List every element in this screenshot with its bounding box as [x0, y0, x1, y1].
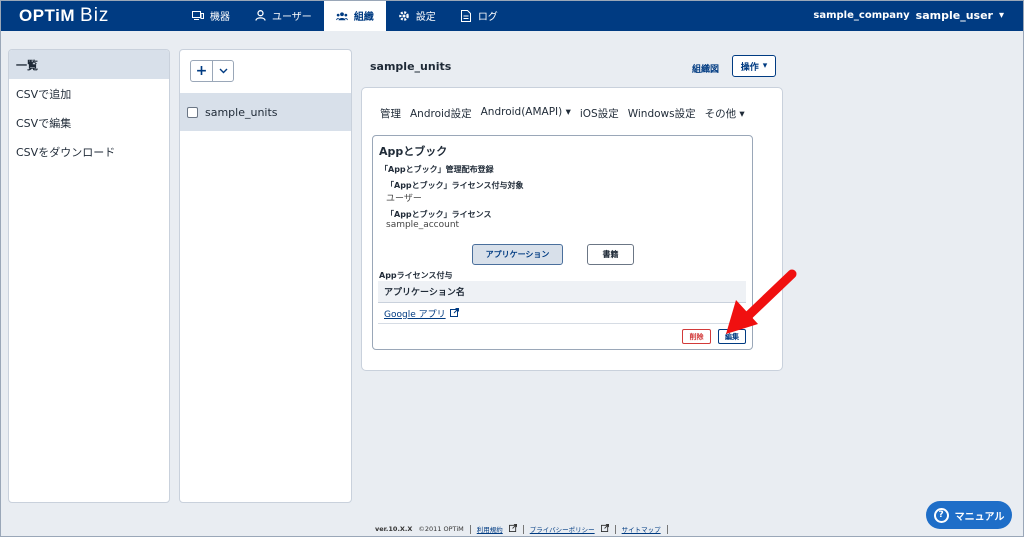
vpp-registration-label: 「Appとブック」管理配布登録: [380, 165, 494, 174]
sitemap-link[interactable]: サイトマップ: [622, 524, 661, 534]
nav-settings-label: 設定: [415, 12, 436, 23]
operations-button[interactable]: 操作 ▾: [732, 55, 776, 77]
nav-settings[interactable]: 設定: [386, 0, 448, 31]
optim-biz-logo[interactable]: OPTiM Biz: [19, 5, 109, 27]
books-toggle-button[interactable]: 書籍: [587, 244, 634, 265]
user-name: sample_user: [915, 9, 993, 22]
manual-button[interactable]: ? マニュアル: [926, 501, 1012, 529]
tab-ios-settings[interactable]: iOS設定: [580, 106, 619, 121]
unit-checkbox[interactable]: [187, 106, 198, 118]
delete-button[interactable]: 削除: [682, 329, 711, 344]
copyright-text: ©2011 OPTiM: [418, 525, 464, 533]
left-menu-panel: 一覧 CSVで追加 CSVで編集 CSVをダウンロード: [8, 49, 170, 503]
nav-users-label: ユーザー: [272, 12, 312, 23]
license-account-label: 「Appとブック」ライセンス: [386, 210, 492, 219]
table-row[interactable]: Google アプリ: [378, 303, 746, 324]
menu-item-csv-edit[interactable]: CSVで編集: [9, 108, 169, 137]
table-header-app-name: アプリケーション名: [378, 281, 746, 303]
external-link-icon: [508, 524, 517, 534]
logo-brand: OPTiM: [19, 6, 76, 25]
gear-icon: [398, 10, 410, 22]
card-title: Appとブック: [379, 145, 448, 158]
add-dropdown-button[interactable]: [212, 61, 233, 81]
tab-other[interactable]: その他 ▾: [705, 106, 745, 121]
logo-product: Biz: [80, 5, 110, 26]
add-button-group: +: [190, 60, 234, 82]
license-target-label: 「Appとブック」ライセンス付与対象: [386, 181, 524, 190]
group-icon: [335, 10, 348, 22]
main-nav: 機器 ユーザー 組織 設定 ログ: [180, 0, 510, 31]
org-chart-link[interactable]: 組織図: [692, 62, 719, 75]
footer-divider: [469, 524, 471, 534]
apps-and-books-card: Appとブック 「Appとブック」管理配布登録 「Appとブック」ライセンス付与…: [372, 135, 753, 350]
unit-tree-item[interactable]: sample_units: [180, 93, 351, 131]
tab-management[interactable]: 管理: [380, 106, 401, 121]
external-link-icon: [449, 307, 459, 319]
unit-tree-panel: + sample_units: [179, 49, 352, 503]
footer: ver.10.X.X ©2011 OPTiM 利用規約 プライバシーポリシー サ…: [375, 524, 668, 534]
user-menu[interactable]: sample_company sample_user ▾: [813, 9, 1004, 22]
menu-item-csv-download[interactable]: CSVをダウンロード: [9, 137, 169, 166]
chevron-down-icon: [219, 68, 227, 74]
external-link-icon: [600, 524, 609, 534]
company-name: sample_company: [813, 10, 910, 21]
nav-logs[interactable]: ログ: [448, 0, 510, 31]
unit-detail-panel: 管理 Android設定 Android(AMAPI) ▾ iOS設定 Wind…: [361, 87, 783, 371]
nav-users[interactable]: ユーザー: [242, 0, 324, 31]
unit-tree-item-label: sample_units: [205, 105, 278, 119]
device-icon: [192, 10, 204, 22]
menu-item-list[interactable]: 一覧: [9, 50, 169, 79]
app-name-link[interactable]: Google アプリ: [384, 307, 446, 320]
top-header: OPTiM Biz 機器 ユーザー 組織 設定 ログ sample_compan…: [0, 0, 1024, 31]
operations-label: 操作: [740, 62, 759, 73]
nav-devices-label: 機器: [210, 12, 230, 23]
page-title: sample_units: [370, 60, 452, 73]
nav-organization-label: 組織: [353, 12, 374, 23]
version-text: ver.10.X.X: [375, 525, 413, 533]
app-license-section-label: Appライセンス付与: [379, 271, 453, 280]
nav-logs-label: ログ: [477, 12, 498, 23]
footer-divider: [614, 524, 616, 534]
settings-tabs: 管理 Android設定 Android(AMAPI) ▾ iOS設定 Wind…: [380, 106, 745, 121]
help-icon: ?: [933, 507, 949, 523]
add-unit-button[interactable]: +: [191, 61, 212, 81]
applications-toggle-button[interactable]: アプリケーション: [472, 244, 563, 265]
footer-divider: [522, 524, 524, 534]
tab-android-settings[interactable]: Android設定: [410, 106, 472, 121]
nav-devices[interactable]: 機器: [180, 0, 242, 31]
manual-label: マニュアル: [954, 511, 1005, 523]
edit-button[interactable]: 編集: [718, 329, 746, 344]
tab-android-amapi[interactable]: Android(AMAPI) ▾: [481, 106, 571, 121]
user-icon: [254, 10, 266, 22]
footer-divider: [666, 524, 668, 534]
license-target-value: ユーザー: [386, 194, 422, 204]
chevron-down-icon: ▾: [998, 10, 1004, 21]
caret-down-icon: ▾: [762, 61, 768, 71]
document-icon: [460, 9, 472, 22]
terms-link[interactable]: 利用規約: [477, 524, 503, 534]
tab-windows-settings[interactable]: Windows設定: [628, 106, 696, 121]
privacy-policy-link[interactable]: プライバシーポリシー: [530, 524, 595, 534]
menu-item-csv-add[interactable]: CSVで追加: [9, 79, 169, 108]
nav-organization[interactable]: 組織: [323, 0, 386, 31]
license-account-value: sample_account: [386, 220, 460, 230]
